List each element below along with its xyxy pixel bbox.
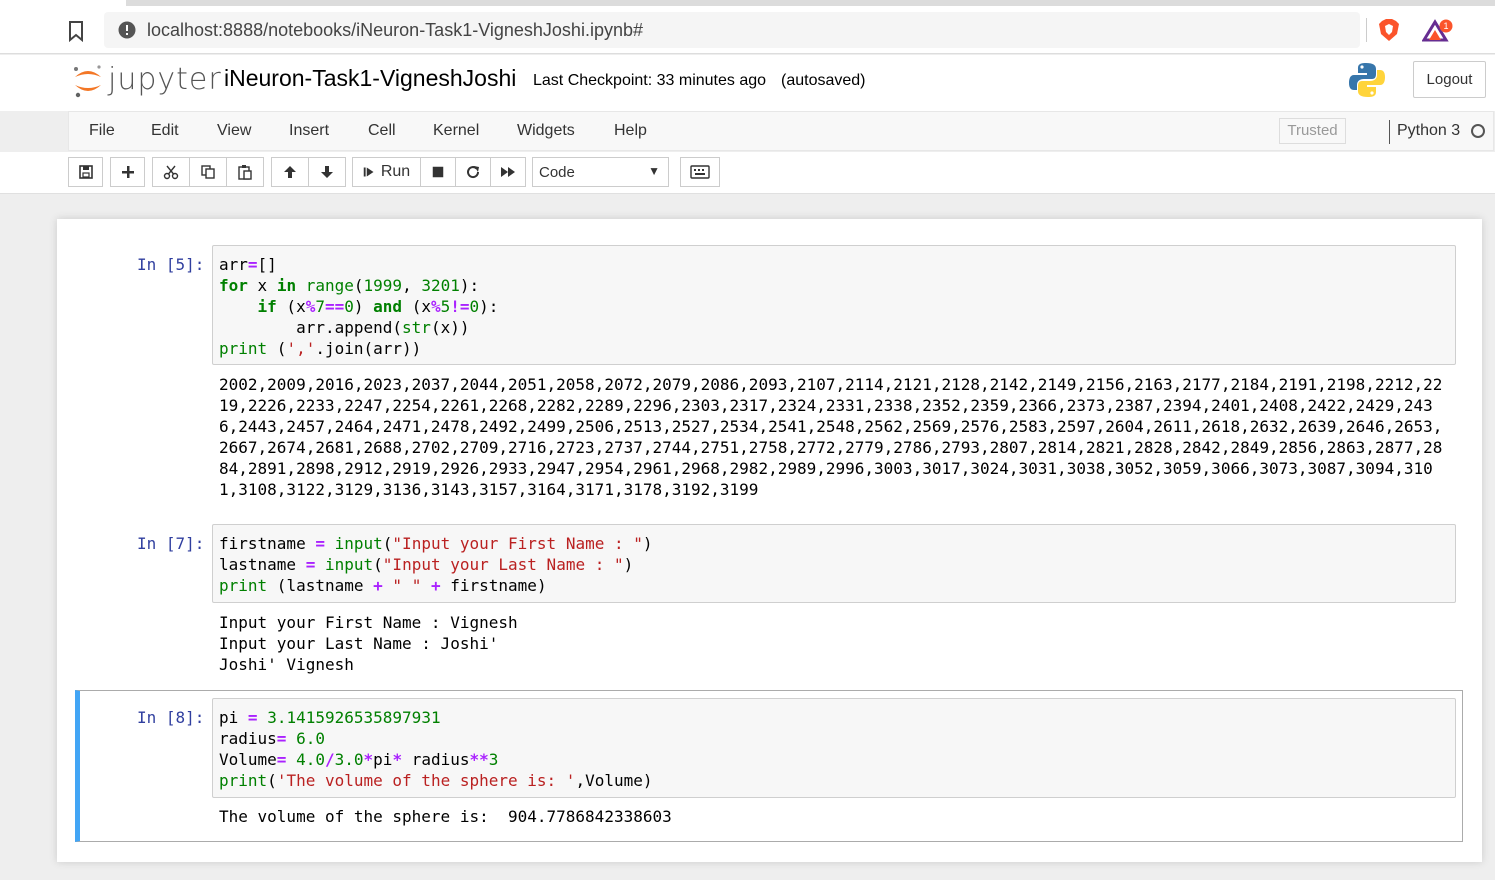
cell-prompt: In [7]: bbox=[137, 534, 205, 553]
cell-output: 2002,2009,2016,2023,2037,2044,2051,2058,… bbox=[219, 374, 1442, 500]
output-line: Joshi' Vignesh bbox=[219, 655, 354, 674]
cell-prompt: In [5]: bbox=[137, 255, 205, 274]
notebook-header: jupyter iNeuron-Task1-VigneshJoshi Last … bbox=[0, 55, 1495, 111]
notebook-title[interactable]: iNeuron-Task1-VigneshJoshi bbox=[224, 65, 516, 92]
code-line: arr.append(str(x)) bbox=[219, 318, 470, 337]
code-line: radius= 6.0 bbox=[219, 729, 325, 748]
cut-button[interactable] bbox=[152, 157, 190, 187]
jupyter-logo-icon bbox=[74, 65, 101, 98]
menu-help[interactable]: Help bbox=[614, 122, 647, 140]
address-bar[interactable]: localhost:8888/notebooks/iNeuron-Task1-V… bbox=[104, 12, 1360, 48]
output-line: 19,2226,2233,2247,2254,2261,2268,2282,22… bbox=[219, 396, 1433, 415]
stop-icon bbox=[432, 166, 444, 178]
menu-cell[interactable]: Cell bbox=[368, 122, 396, 140]
jupyter-logo-text: jupyter bbox=[108, 62, 222, 97]
chevron-down-icon: ▼ bbox=[648, 164, 660, 178]
code-line: arr=[] bbox=[219, 255, 277, 274]
insert-cell-button[interactable] bbox=[110, 157, 145, 187]
code-block: pi = 3.1415926535897931 radius= 6.0 Volu… bbox=[219, 707, 653, 791]
keyboard-icon bbox=[690, 165, 710, 179]
cell-type-value: Code bbox=[539, 164, 575, 181]
code-cell-input[interactable]: pi = 3.1415926535897931 radius= 6.0 Volu… bbox=[212, 698, 1456, 798]
arrow-up-icon bbox=[284, 166, 296, 178]
restart-run-all-button[interactable] bbox=[490, 157, 526, 187]
menu-view[interactable]: View bbox=[217, 122, 251, 140]
move-up-button[interactable] bbox=[271, 157, 309, 187]
interrupt-button[interactable] bbox=[420, 157, 456, 187]
paste-button[interactable] bbox=[226, 157, 264, 187]
code-line: print('The volume of the sphere is: ',Vo… bbox=[219, 771, 653, 790]
code-block: arr=[] for x in range(1999, 3201): if (x… bbox=[219, 254, 498, 359]
move-down-button[interactable] bbox=[308, 157, 346, 187]
run-label: Run bbox=[380, 163, 411, 180]
menu-widgets[interactable]: Widgets bbox=[517, 122, 575, 140]
code-cell-input[interactable]: arr=[] for x in range(1999, 3201): if (x… bbox=[212, 245, 1456, 365]
cell-output: The volume of the sphere is: 904.7786842… bbox=[219, 806, 672, 827]
menu-kernel[interactable]: Kernel bbox=[433, 122, 479, 140]
restart-kernel-button[interactable] bbox=[455, 157, 491, 187]
output-line: The volume of the sphere is: 904.7786842… bbox=[219, 807, 672, 826]
restart-icon bbox=[467, 166, 480, 179]
code-line: firstname = input("Input your First Name… bbox=[219, 534, 653, 553]
notebook-toolbar: Run bbox=[0, 152, 1495, 194]
plus-icon bbox=[121, 166, 134, 178]
checkpoint-status: Last Checkpoint: 33 minutes ago bbox=[533, 72, 767, 89]
run-button[interactable]: Run bbox=[352, 157, 421, 187]
copy-icon bbox=[201, 165, 215, 179]
kernel-divider bbox=[1389, 120, 1390, 144]
toolbar-divider bbox=[1366, 18, 1367, 42]
code-line: for x in range(1999, 3201): bbox=[219, 276, 480, 295]
rewards-badge: 1 bbox=[1443, 21, 1448, 31]
info-icon[interactable] bbox=[118, 21, 136, 39]
menu-edit[interactable]: Edit bbox=[151, 122, 179, 140]
code-line: pi = 3.1415926535897931 bbox=[219, 708, 441, 727]
code-line: lastname = input("Input your Last Name :… bbox=[219, 555, 634, 574]
code-block: firstname = input("Input your First Name… bbox=[219, 533, 653, 596]
code-line: print (lastname + " " + firstname) bbox=[219, 576, 547, 595]
command-palette-button[interactable] bbox=[680, 157, 720, 187]
cell-prompt: In [8]: bbox=[137, 708, 205, 727]
save-button[interactable] bbox=[68, 157, 103, 187]
autosave-status: (autosaved) bbox=[781, 72, 866, 89]
output-line: Input your Last Name : Joshi' bbox=[219, 634, 499, 653]
logout-button[interactable]: Logout bbox=[1413, 61, 1486, 98]
menu-file[interactable]: File bbox=[89, 122, 115, 140]
paste-icon bbox=[238, 165, 252, 180]
menu-insert[interactable]: Insert bbox=[289, 122, 329, 140]
browser-toolbar: localhost:8888/notebooks/iNeuron-Task1-V… bbox=[0, 0, 1495, 54]
save-icon bbox=[78, 165, 93, 179]
cell-type-select[interactable]: Code ▼ bbox=[532, 157, 669, 187]
step-forward-icon bbox=[363, 167, 374, 177]
cell-output: Input your First Name : Vignesh Input yo… bbox=[219, 612, 518, 675]
output-line: 1,3108,3122,3129,3136,3143,3157,3164,317… bbox=[219, 480, 759, 499]
copy-button[interactable] bbox=[189, 157, 227, 187]
code-line: Volume= 4.0/3.0*pi* radius**3 bbox=[219, 750, 499, 769]
output-line: 2667,2674,2681,2688,2702,2709,2716,2723,… bbox=[219, 438, 1443, 457]
output-line: 84,2891,2898,2912,2919,2926,2933,2947,29… bbox=[219, 459, 1433, 478]
rewards-icon[interactable]: 1 bbox=[1422, 18, 1454, 44]
arrow-down-icon bbox=[321, 166, 333, 178]
trusted-badge[interactable]: Trusted bbox=[1279, 118, 1346, 144]
kernel-name[interactable]: Python 3 bbox=[1397, 122, 1460, 140]
fast-forward-icon bbox=[501, 167, 515, 177]
code-line: print (','.join(arr)) bbox=[219, 339, 422, 358]
bookmark-icon[interactable] bbox=[67, 20, 85, 42]
python-logo-icon bbox=[1349, 63, 1385, 97]
output-line: Input your First Name : Vignesh bbox=[219, 613, 518, 632]
brave-shield-icon[interactable] bbox=[1378, 18, 1400, 42]
tab-strip bbox=[126, 0, 1495, 6]
menubar: File Edit View Insert Cell Kernel Widget… bbox=[68, 111, 1494, 151]
scissors-icon bbox=[163, 165, 179, 180]
notebook-container: In [5]: arr=[] for x in range(1999, 3201… bbox=[57, 219, 1482, 862]
url-text[interactable]: localhost:8888/notebooks/iNeuron-Task1-V… bbox=[147, 20, 643, 41]
output-line: 2002,2009,2016,2023,2037,2044,2051,2058,… bbox=[219, 375, 1443, 394]
kernel-idle-icon bbox=[1471, 124, 1485, 138]
output-line: 6,2443,2457,2464,2471,2478,2492,2499,250… bbox=[219, 417, 1443, 436]
code-cell-input[interactable]: firstname = input("Input your First Name… bbox=[212, 524, 1456, 603]
code-line: if (x%7==0) and (x%5!=0): bbox=[257, 297, 499, 316]
